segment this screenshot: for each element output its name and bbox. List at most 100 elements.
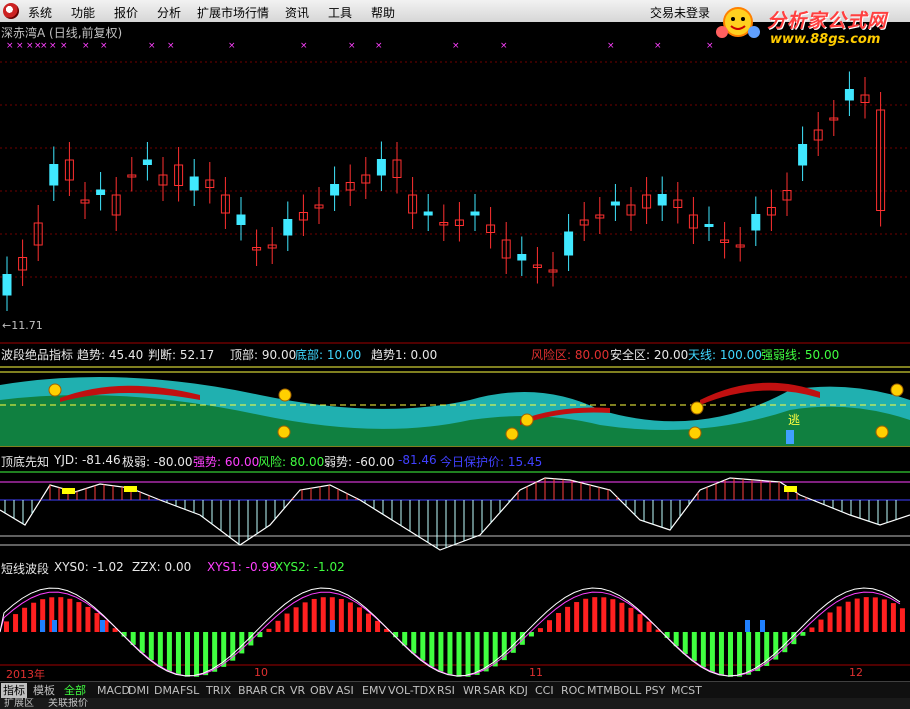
wave-bar: [58, 597, 64, 632]
wave-bar: [438, 632, 444, 672]
panel2-name: 顶底先知: [1, 455, 50, 469]
wave-bar: [157, 632, 163, 667]
panel2-val: -81.46: [398, 453, 437, 467]
tab-psy[interactable]: PSY: [643, 683, 667, 698]
tab-boll[interactable]: BOLL: [611, 683, 643, 698]
wave-bar: [76, 602, 82, 632]
tab-vol-tdx[interactable]: VOL-TDX: [386, 683, 438, 698]
wave-bar: [565, 606, 571, 632]
smiley-icon: [890, 383, 904, 397]
wave-bar: [872, 597, 878, 632]
wave-bar: [619, 602, 625, 632]
panel2-ext: 极弱: -80.00: [122, 455, 193, 469]
wave-bar: [474, 632, 480, 675]
wave-bar: [899, 608, 905, 632]
axis-label-dec: 12: [849, 666, 863, 679]
panel2-protect: 今日保护价: 15.45: [440, 455, 543, 469]
tab-indicator[interactable]: 指标: [1, 683, 27, 698]
blue-signal: [52, 620, 57, 632]
wave-bar: [827, 612, 833, 632]
tab-emv[interactable]: EMV: [360, 683, 388, 698]
tab-trix[interactable]: TRIX: [204, 683, 233, 698]
panel2-weak: 弱势: -60.00: [324, 455, 395, 469]
wave-bar: [85, 606, 91, 632]
wave-bar: [148, 632, 154, 661]
tab-sar[interactable]: SAR: [481, 683, 507, 698]
tab-template[interactable]: 模板: [31, 683, 57, 698]
tab-brar[interactable]: BRAR: [236, 683, 270, 698]
wave-bar: [601, 597, 607, 632]
wave-bar: [737, 632, 743, 677]
wave-bar: [691, 632, 697, 662]
wave-bar: [185, 632, 190, 677]
tab-kdj[interactable]: KDJ: [507, 683, 530, 698]
wave-bar: [718, 632, 724, 676]
tab-asi[interactable]: ASI: [334, 683, 356, 698]
wave-bar: [583, 598, 589, 632]
wave-bar: [890, 603, 896, 632]
smiley-icon: [48, 383, 62, 397]
short-wave-graphics: [0, 587, 910, 677]
tab-vr[interactable]: VR: [288, 683, 307, 698]
smiley-icon: [505, 427, 519, 441]
axis-label-oct: 10: [254, 666, 268, 679]
wave-bar: [284, 613, 290, 632]
wave-bar: [338, 598, 344, 632]
top-signal-block: [784, 486, 797, 492]
tab-fsl[interactable]: FSL: [178, 683, 201, 698]
bottom-ext-tab[interactable]: 扩展区: [4, 698, 34, 709]
escape-signal: 逃: [788, 413, 801, 427]
tab-roc[interactable]: ROC: [559, 683, 587, 698]
tab-dmi[interactable]: DMI: [126, 683, 151, 698]
bottom-quote-tab[interactable]: 关联报价: [48, 698, 88, 709]
wave-bar: [447, 632, 453, 676]
panel3-name: 短线波段: [1, 562, 50, 576]
blue-signal: [40, 620, 45, 632]
top-signal-block: [62, 488, 75, 494]
wave-bar: [728, 632, 733, 677]
wave-bar: [574, 602, 580, 632]
wave-bar: [881, 599, 887, 632]
wave-bar: [139, 632, 145, 653]
wave-bar: [456, 632, 462, 677]
wave-bar: [465, 632, 471, 677]
panel3-xys2: XYS2: -1.02: [275, 560, 345, 574]
wave-bar: [166, 632, 172, 672]
tab-all[interactable]: 全部: [62, 683, 88, 698]
panel3-xys0: XYS0: -1.02: [54, 560, 124, 574]
wave-bar: [411, 632, 417, 654]
blue-signal: [745, 620, 750, 632]
wave-bar: [547, 620, 552, 632]
top-signal-block: [124, 486, 137, 492]
wave-bar: [175, 632, 181, 675]
wave-bar: [628, 607, 634, 632]
indicator-tab-bar: 指标 模板 全部 MACD DMI DMA FSL TRIX BRAR CR V…: [0, 681, 910, 699]
axis-label-nov: 11: [529, 666, 543, 679]
tab-cci[interactable]: CCI: [533, 683, 556, 698]
wave-bar: [420, 632, 426, 661]
tab-obv[interactable]: OBV: [308, 683, 335, 698]
wave-bar: [746, 632, 752, 675]
wave-bar: [646, 621, 652, 632]
wave-bar: [836, 606, 842, 632]
wave-bar: [700, 632, 706, 668]
wave-bar: [375, 620, 381, 632]
wave-bar: [818, 619, 824, 632]
tab-mcst[interactable]: MCST: [669, 683, 704, 698]
smiley-icon: [690, 401, 704, 415]
band-indicator-panel[interactable]: [0, 0, 910, 709]
wave-bar: [682, 632, 688, 655]
tab-cr[interactable]: CR: [268, 683, 287, 698]
wave-bar: [22, 607, 28, 632]
blue-signal: [760, 620, 765, 632]
tab-rsi[interactable]: RSI: [435, 683, 457, 698]
wave-bar: [311, 598, 317, 632]
wave-bar: [13, 614, 19, 632]
wave-bar: [592, 597, 598, 632]
band-indicator-graphics: [0, 366, 910, 447]
wave-bar: [275, 620, 281, 632]
wave-bar: [94, 613, 100, 632]
panel2-yjd: YJD: -81.46: [54, 453, 121, 467]
wave-bar: [854, 598, 860, 632]
wave-bar: [556, 612, 562, 632]
